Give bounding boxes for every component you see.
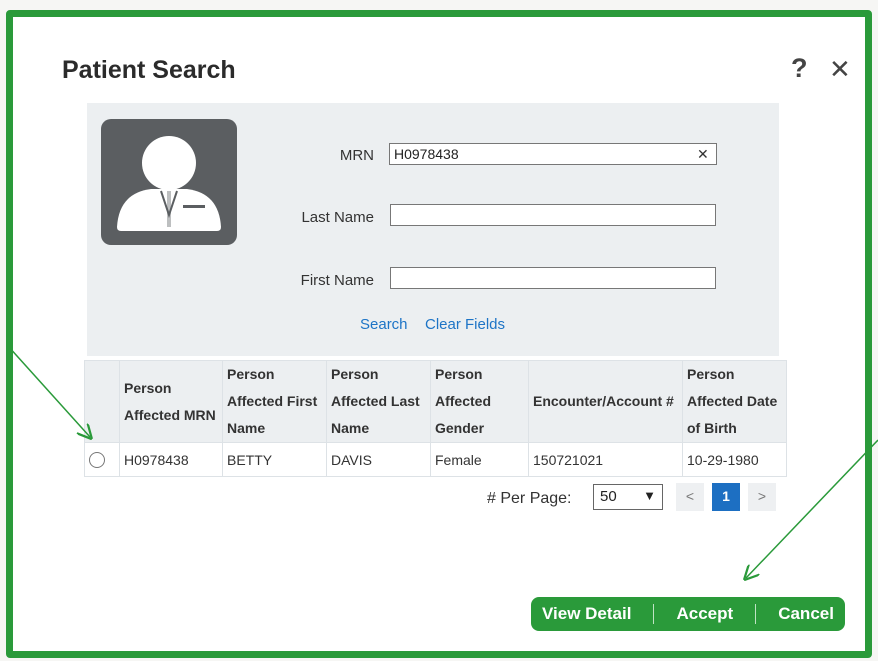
view-detail-button[interactable]: View Detail [542,604,631,624]
current-page-button[interactable]: 1 [712,483,740,511]
mrn-label: MRN [339,147,374,164]
clear-mrn-icon[interactable]: ✕ [697,146,709,163]
close-icon[interactable]: ✕ [829,54,851,85]
row-select-cell[interactable] [84,442,120,477]
table-cell: 150721021 [528,442,683,477]
select-column-header [84,360,120,443]
column-header: Person Affected Last Name [326,360,431,443]
column-header: Person Affected Date of Birth [682,360,787,443]
column-header: Person Affected First Name [222,360,327,443]
per-page-label: # Per Page: [487,490,572,507]
per-page-value: 50 [600,488,617,505]
table-cell: BETTY [222,442,327,477]
column-header: Encounter/Account # [528,360,683,443]
dialog-title: Patient Search [62,56,236,84]
column-header: Person Affected Gender [430,360,529,443]
chevron-down-icon: ▼ [643,488,656,503]
accept-button[interactable]: Accept [676,604,733,624]
table-cell: H0978438 [119,442,223,477]
table-cell: Female [430,442,529,477]
results-table: Person Affected MRN Person Affected Firs… [84,360,787,477]
table-header-row: Person Affected MRN Person Affected Firs… [84,360,787,443]
clear-fields-link[interactable]: Clear Fields [425,316,505,333]
next-page-button[interactable]: > [748,483,776,511]
divider [653,604,655,624]
search-link[interactable]: Search [360,316,408,333]
table-cell: DAVIS [326,442,431,477]
patient-avatar-icon [101,119,237,245]
per-page-select[interactable]: 50 ▼ [593,484,663,510]
last-name-label: Last Name [301,209,374,226]
prev-page-button[interactable]: < [676,483,704,511]
divider [755,604,757,624]
first-name-label: First Name [300,272,374,289]
row-radio[interactable] [89,452,105,469]
action-bar: View Detail Accept Cancel [531,597,845,631]
cancel-button[interactable]: Cancel [778,604,834,624]
table-row[interactable]: H0978438 BETTY DAVIS Female 150721021 10… [84,442,787,477]
help-icon[interactable]: ? [791,53,808,84]
first-name-input[interactable] [390,267,716,289]
column-header: Person Affected MRN [119,360,223,443]
mrn-input[interactable] [389,143,717,165]
table-cell: 10-29-1980 [682,442,787,477]
last-name-input[interactable] [390,204,716,226]
